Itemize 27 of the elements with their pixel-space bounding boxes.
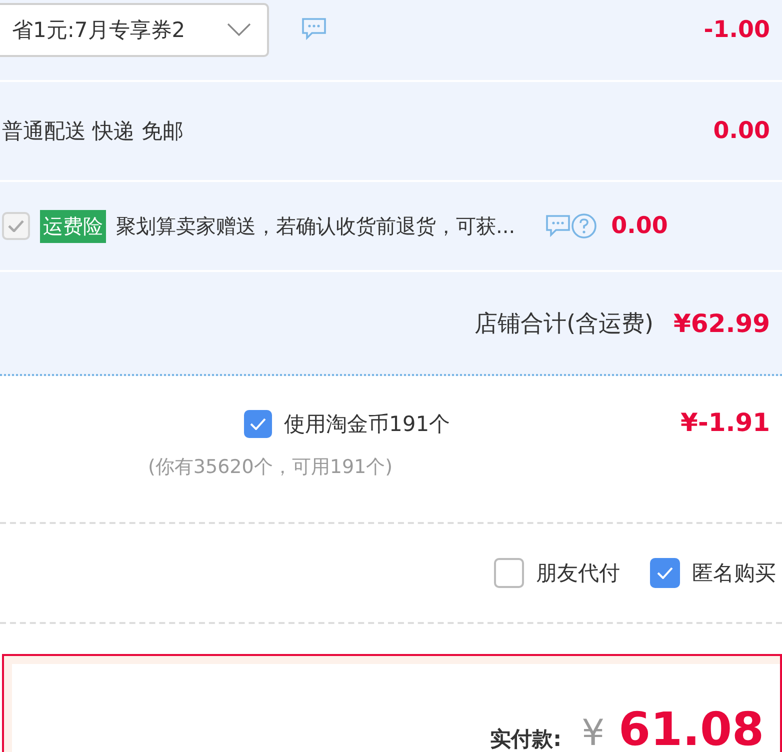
option-checkbox[interactable] bbox=[494, 558, 524, 588]
chat-icon[interactable] bbox=[301, 17, 327, 41]
option-label: 匿名购买 bbox=[692, 560, 776, 587]
insurance-tag: 运费险 bbox=[40, 210, 106, 242]
coins-checkbox[interactable] bbox=[244, 410, 272, 438]
shipping-amount: 0.00 bbox=[713, 118, 770, 144]
coins-label: 使用淘金币191个 bbox=[284, 411, 450, 438]
shop-total-label: 店铺合计(含运费) bbox=[474, 310, 654, 338]
currency-symbol: ¥ bbox=[582, 716, 604, 752]
coins-amount: ¥-1.91 bbox=[680, 408, 770, 437]
coins-note: (你有35620个，可用191个) bbox=[148, 455, 394, 480]
shipping-method: 普通配送 快递 免邮 bbox=[2, 118, 184, 145]
insurance-amount: 0.00 bbox=[611, 213, 668, 239]
help-icon[interactable] bbox=[571, 213, 598, 239]
check-icon bbox=[250, 418, 266, 430]
discount-amount: -1.00 bbox=[704, 17, 770, 43]
option-label: 朋友代付 bbox=[536, 560, 620, 587]
chat-icon[interactable] bbox=[545, 214, 572, 238]
check-icon bbox=[8, 220, 24, 232]
payment-amount: 61.08 bbox=[618, 706, 764, 752]
check-icon bbox=[657, 567, 673, 579]
option-checkbox[interactable] bbox=[650, 558, 680, 588]
chevron-down-icon bbox=[227, 23, 251, 37]
insurance-description: 聚划算卖家赠送，若确认收货前退货，可获... bbox=[116, 212, 516, 240]
coupon-dropdown[interactable]: 省1元:7月专享券2 bbox=[0, 3, 269, 57]
shop-total-amount: ¥62.99 bbox=[674, 308, 770, 338]
payment-label: 实付款: bbox=[490, 726, 562, 752]
